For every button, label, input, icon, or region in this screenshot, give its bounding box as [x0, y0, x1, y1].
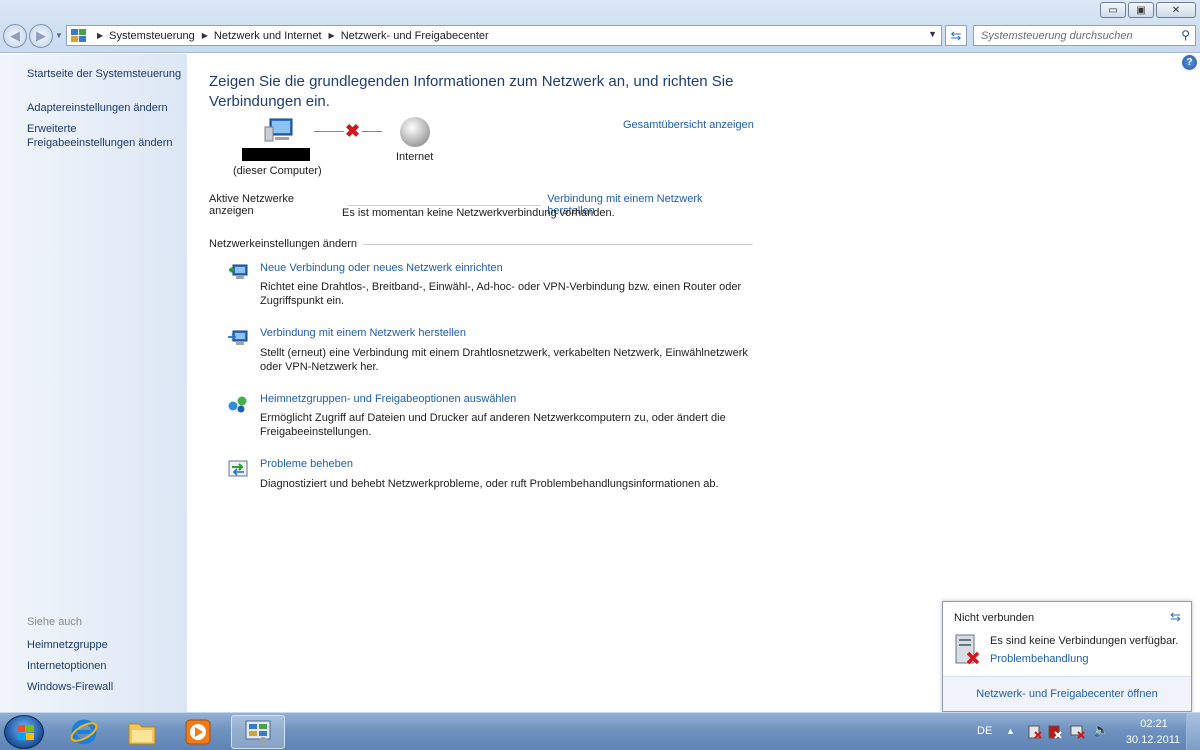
sidebar-link-adapter-settings[interactable]: Adaptereinstellungen ändern — [27, 101, 168, 115]
forward-button[interactable]: ▶ — [29, 24, 53, 48]
help-icon[interactable]: ? — [1182, 55, 1197, 70]
task-connect-network-desc: Stellt (erneut) eine Verbindung mit eine… — [260, 347, 748, 373]
close-button[interactable]: ✕ — [1156, 2, 1196, 18]
windows-logo-icon — [17, 725, 25, 732]
sidebar-link-internet-options[interactable]: Internetoptionen — [27, 659, 107, 673]
divider — [347, 204, 542, 206]
new-connection-icon[interactable] — [227, 262, 249, 282]
connect-network-icon[interactable] — [227, 328, 249, 348]
breadcrumb-freigabecenter[interactable]: Netzwerk- und Freigabecenter — [341, 30, 489, 42]
recent-pages-dropdown-icon[interactable]: ▼ — [55, 31, 63, 40]
sidebar-link-control-panel-home[interactable]: Startseite der Systemsteuerung — [27, 67, 181, 81]
search-placeholder: Systemsteuerung durchsuchen — [981, 29, 1133, 42]
homegroup-icon[interactable] — [227, 394, 249, 414]
disconnected-x-icon[interactable]: ✖ — [345, 122, 360, 140]
search-icon[interactable]: ⚲ — [1181, 28, 1190, 42]
action-center-flag-icon[interactable] — [1027, 724, 1043, 740]
taskbar-control-panel[interactable] — [231, 715, 285, 749]
flyout-footer: Netzwerk- und Freigabecenter öffnen — [943, 676, 1191, 711]
computer-icon[interactable] — [263, 117, 295, 145]
sidebar-link-advanced-sharing[interactable]: Erweiterte Freigabeeinstellungen ändern — [27, 122, 182, 150]
breadcrumb-separator-icon[interactable]: ▶ — [202, 31, 208, 40]
sidebar: Startseite der Systemsteuerung Adapterei… — [0, 54, 187, 712]
title-bar: ▭ ▣ ✕ ◀ ▶ ▼ ▶ Systemsteuerung ▶ Netzwerk… — [0, 0, 1200, 53]
network-settings-section: Netzwerkeinstellungen ändern — [209, 238, 753, 250]
task-troubleshoot-link[interactable]: Probleme beheben — [260, 458, 353, 470]
connection-line — [314, 131, 344, 132]
back-button[interactable]: ◀ — [3, 24, 27, 48]
flyout-title: Nicht verbunden — [954, 612, 1035, 624]
start-button[interactable] — [4, 715, 44, 749]
flyout-message: Es sind keine Verbindungen verfügbar. — [990, 635, 1179, 647]
breadcrumb-systemsteuerung[interactable]: Systemsteuerung — [109, 30, 195, 42]
refresh-button[interactable]: ⇆ — [945, 25, 967, 46]
taskbar-explorer[interactable] — [115, 715, 169, 749]
refresh-icon: ⇆ — [950, 27, 962, 43]
task-connect-network-link[interactable]: Verbindung mit einem Netzwerk herstellen — [260, 327, 466, 339]
task-homegroup-link[interactable]: Heimnetzgruppen- und Freigabeoptionen au… — [260, 393, 516, 405]
minimize-button[interactable]: ▭ — [1100, 2, 1126, 18]
language-indicator[interactable]: DE — [977, 725, 992, 737]
clock-time[interactable]: 02:21 — [1134, 718, 1174, 730]
flyout-refresh-icon[interactable]: ⇆ — [1170, 609, 1181, 625]
folder-icon — [128, 723, 156, 745]
no-connection-status: Es ist momentan keine Netzwerkverbindung… — [342, 207, 615, 219]
this-computer-label: (dieser Computer) — [233, 165, 322, 177]
control-panel-icon — [245, 720, 271, 745]
breadcrumb-separator-icon[interactable]: ▶ — [97, 31, 103, 40]
see-also-label: Siehe auch — [27, 616, 83, 628]
task-troubleshoot-desc: Diagnostiziert und behebt Netzwerkproble… — [260, 478, 719, 490]
taskbar-internet-explorer[interactable] — [57, 715, 111, 749]
active-networks-label: Aktive Netzwerke anzeigen — [209, 193, 294, 217]
volume-icon[interactable]: 🔈 — [1093, 722, 1109, 738]
computer-name-redacted — [242, 148, 310, 161]
sidebar-link-homegroup[interactable]: Heimnetzgruppe — [27, 638, 108, 652]
show-desktop-button[interactable] — [1186, 713, 1200, 750]
network-disconnected-tray-icon[interactable] — [1070, 724, 1086, 740]
taskbar-media-player[interactable] — [171, 715, 225, 749]
window-controls: ▭ ▣ ✕ — [1100, 2, 1196, 18]
media-player-icon — [185, 719, 211, 745]
task-new-connection-desc: Richtet eine Drahtlos-, Breitband-, Einw… — [260, 281, 742, 307]
search-input[interactable]: Systemsteuerung durchsuchen ⚲ — [973, 25, 1196, 46]
divider — [362, 243, 753, 245]
sidebar-link-windows-firewall[interactable]: Windows-Firewall — [27, 680, 113, 694]
full-map-link[interactable]: Gesamtübersicht anzeigen — [623, 119, 754, 131]
clock-date[interactable]: 30.12.2011 — [1121, 734, 1185, 746]
control-panel-icon — [71, 28, 87, 43]
connection-line — [362, 131, 382, 132]
page-title: Zeigen Sie die grundlegenden Information… — [209, 73, 734, 110]
forward-arrow-icon: ▶ — [36, 28, 46, 43]
show-hidden-icons-icon[interactable]: ▲ — [1006, 726, 1015, 736]
task-homegroup-desc: Ermöglicht Zugriff auf Dateien und Druck… — [260, 412, 726, 438]
back-arrow-icon: ◀ — [10, 28, 20, 43]
taskbar: DE ▲ 🔈 02:21 30.12.2011 — [0, 712, 1200, 750]
restore-button[interactable]: ▣ — [1128, 2, 1154, 18]
flyout-troubleshoot-link[interactable]: Problembehandlung — [990, 653, 1088, 665]
security-alert-icon[interactable] — [1047, 724, 1063, 740]
internet-label: Internet — [396, 151, 434, 163]
internet-explorer-icon — [70, 719, 98, 745]
address-bar[interactable]: ▶ Systemsteuerung ▶ Netzwerk und Interne… — [66, 25, 942, 46]
breadcrumb-separator-icon[interactable]: ▶ — [329, 31, 335, 40]
open-network-center-link[interactable]: Netzwerk- und Freigabecenter öffnen — [976, 688, 1157, 700]
breadcrumb-netzwerk-und-internet[interactable]: Netzwerk und Internet — [214, 30, 322, 42]
address-dropdown-icon[interactable]: ▼ — [928, 29, 937, 39]
internet-globe-icon[interactable] — [400, 117, 430, 147]
network-settings-label: Netzwerkeinstellungen ändern — [209, 238, 357, 250]
network-disconnected-icon — [955, 634, 980, 665]
task-new-connection-link[interactable]: Neue Verbindung oder neues Netzwerk einr… — [260, 262, 503, 274]
troubleshoot-icon[interactable] — [227, 459, 249, 479]
network-flyout: Nicht verbunden ⇆ Es sind keine Verbindu… — [942, 601, 1192, 712]
